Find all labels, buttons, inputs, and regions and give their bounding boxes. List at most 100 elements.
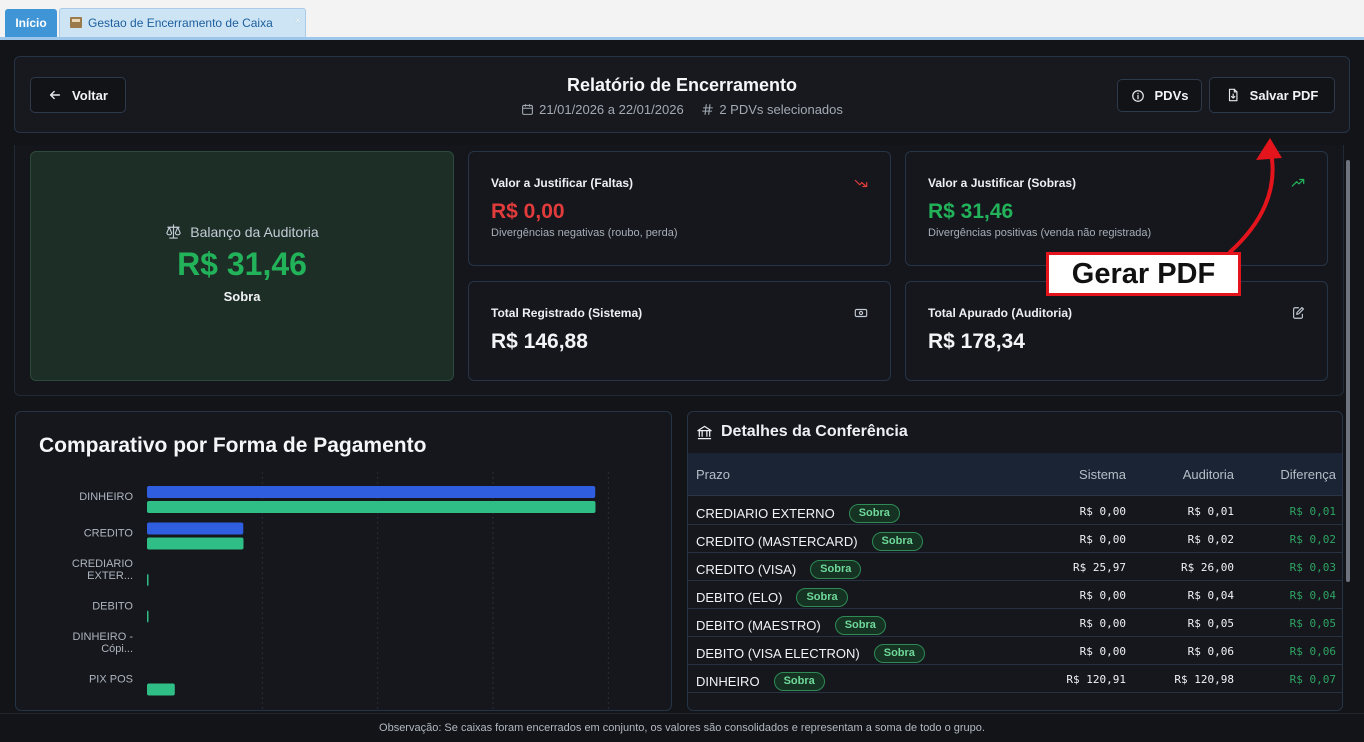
audit-balance-status: Sobra <box>223 289 261 304</box>
status-badge: Sobra <box>834 616 886 635</box>
status-badge: Sobra <box>773 672 825 691</box>
column-header-prazo[interactable]: Prazo <box>696 467 730 482</box>
audit-balance-card: Balanço da Auditoria R$ 31,46 Sobra <box>30 151 454 381</box>
scale-icon <box>166 224 181 239</box>
stat-card-faltas: Valor a Justificar (Faltas) R$ 0,00 Dive… <box>468 151 891 266</box>
cell-auditoria: R$ 120,98 <box>1174 673 1234 686</box>
hash-icon <box>702 104 714 115</box>
column-header-auditoria[interactable]: Auditoria <box>1183 467 1234 482</box>
tab-bar: Início Gestao de Encerramento de Caixa × <box>0 0 1364 40</box>
table-title-text: Detalhes da Conferência <box>721 423 908 440</box>
column-header-diferenca[interactable]: Diferença <box>1280 467 1336 482</box>
stat-value: R$ 146,88 <box>491 330 588 353</box>
table-row: CREDITO (MASTERCARD) Sobra R$ 0,00 R$ 0,02 R… <box>688 525 1342 553</box>
row-name: DINHEIRO Sobra <box>696 672 825 691</box>
pdvs-button-label: PDVs <box>1154 88 1189 103</box>
stat-value: R$ 0,00 <box>491 200 565 223</box>
save-pdf-button[interactable]: Salvar PDF <box>1209 77 1335 113</box>
status-badge: Sobra <box>873 644 925 663</box>
stat-title: Total Apurado (Auditoria) <box>928 306 1072 320</box>
payment-comparison-chart: Comparativo por Forma de Pagamento DINHE… <box>15 411 672 711</box>
table-row: CREDIARIO EXTERNO Sobra R$ 0,00 R$ 0,01 R$ 0… <box>688 497 1342 525</box>
cell-sistema: R$ 0,00 <box>1079 589 1126 602</box>
row-name-text: CREDIARIO EXTERNO <box>696 506 835 521</box>
chart-category-label: DEBITO <box>92 601 133 613</box>
table-row: DEBITO (MAESTRO) Sobra R$ 0,00 R$ 0,05 R$ 0,… <box>688 609 1342 637</box>
date-range: 21/01/2026 a 22/01/2026 <box>521 102 684 117</box>
table-row: DEBITO (VISA ELECTRON) Sobra R$ 0,00 R$ 0,0… <box>688 637 1342 665</box>
cell-diferenca: R$ 0,04 <box>1289 589 1336 602</box>
row-name-text: CREDITO (VISA) <box>696 562 797 577</box>
row-name: CREDITO (VISA) Sobra <box>696 560 862 579</box>
cell-auditoria: R$ 26,00 <box>1181 561 1234 574</box>
report-header: Voltar Relatório de Encerramento 21/01/2… <box>14 56 1350 133</box>
row-name-text: CREDITO (MASTERCARD) <box>696 534 858 549</box>
chart-category-label: DINHEIRO <box>79 491 133 503</box>
chart-bar[interactable] <box>147 522 244 535</box>
chart-bar[interactable] <box>147 574 149 586</box>
table-title: Detalhes da Conferência <box>696 423 908 441</box>
audit-balance-title: Balanço da Auditoria <box>190 223 319 240</box>
stat-card-registrado: Total Registrado (Sistema) R$ 146,88 <box>468 281 891 381</box>
chart-category-label: DINHEIRO -Cópi... <box>73 631 134 655</box>
banknote-icon <box>854 308 868 318</box>
cell-diferenca: R$ 0,05 <box>1289 617 1336 630</box>
stat-title: Total Registrado (Sistema) <box>491 306 643 320</box>
status-badge: Sobra <box>848 504 900 523</box>
column-header-sistema[interactable]: Sistema <box>1079 467 1126 482</box>
pdvs-button[interactable]: PDVs <box>1117 79 1202 112</box>
tab-home[interactable]: Início <box>5 9 57 37</box>
row-name-text: DEBITO (MAESTRO) <box>696 618 821 633</box>
stat-value: R$ 178,34 <box>928 330 1025 353</box>
chart-bar[interactable] <box>147 610 149 623</box>
row-name: DEBITO (VISA ELECTRON) Sobra <box>696 644 925 663</box>
file-download-icon <box>1228 88 1238 102</box>
cell-auditoria: R$ 0,04 <box>1187 589 1234 602</box>
chart-category-label: CREDIARIO EXTER... <box>72 558 134 582</box>
cash-register-icon <box>70 17 82 28</box>
cell-sistema: R$ 0,00 <box>1079 505 1126 518</box>
row-name-text: DEBITO (VISA ELECTRON) <box>696 646 860 661</box>
table-row: DEBITO (ELO) Sobra R$ 0,00 R$ 0,04 R$ 0,04 <box>688 581 1342 609</box>
cell-diferenca: R$ 0,02 <box>1289 533 1336 546</box>
chart-bar[interactable] <box>147 537 244 550</box>
annotation-arrow <box>1228 138 1282 254</box>
bank-icon <box>697 425 712 439</box>
edit-icon <box>1293 307 1304 319</box>
cell-diferenca: R$ 0,03 <box>1289 561 1336 574</box>
stat-card-apurado: Total Apurado (Auditoria) R$ 178,34 <box>905 281 1328 381</box>
trending-down-icon <box>854 179 868 188</box>
table-header: Prazo Sistema Auditoria Diferença <box>688 453 1342 496</box>
conference-details-panel: Detalhes da Conferência Prazo Sistema Au… <box>687 411 1343 711</box>
tab-close-button[interactable]: × <box>295 7 301 35</box>
row-name: DEBITO (MAESTRO) Sobra <box>696 616 886 635</box>
table-row: CREDITO (VISA) Sobra R$ 25,97 R$ 26,00 R$ 0,… <box>688 553 1342 581</box>
chart-category-label: PIX POS <box>89 674 133 686</box>
cell-diferenca: R$ 0,07 <box>1289 673 1336 686</box>
tab-active-label: Gestao de Encerramento de Caixa <box>88 16 273 30</box>
status-badge: Sobra <box>871 532 923 551</box>
pdvs-count-text: 2 PDVs selecionados <box>719 102 843 117</box>
stat-title: Valor a Justificar (Faltas) <box>491 176 634 190</box>
chart-bar[interactable] <box>147 486 596 498</box>
save-pdf-button-label: Salvar PDF <box>1249 87 1319 103</box>
stat-description: Divergências negativas (roubo, perda) <box>491 227 678 239</box>
cell-sistema: R$ 0,00 <box>1079 617 1126 630</box>
chart-bar[interactable] <box>147 501 596 513</box>
row-name-text: DINHEIRO <box>696 674 760 689</box>
table-row: DINHEIRO Sobra R$ 120,91 R$ 120,98 R$ 0,07 <box>688 665 1342 693</box>
info-icon <box>1131 89 1144 102</box>
cell-auditoria: R$ 0,01 <box>1187 505 1234 518</box>
cell-auditoria: R$ 0,05 <box>1187 617 1234 630</box>
date-range-text: 21/01/2026 a 22/01/2026 <box>539 102 684 117</box>
pdvs-count: 2 PDVs selecionados <box>701 102 843 117</box>
cell-sistema: R$ 0,00 <box>1079 645 1126 658</box>
row-name: CREDIARIO EXTERNO Sobra <box>696 504 900 523</box>
page-scrollbar[interactable] <box>1346 160 1350 582</box>
cell-diferenca: R$ 0,06 <box>1289 645 1336 658</box>
row-name: DEBITO (ELO) Sobra <box>696 588 848 607</box>
chart-bar[interactable] <box>147 683 175 696</box>
chart-canvas: DINHEIRO CREDITO CREDIARIO EXTER... DEBITO DI… <box>72 472 609 710</box>
tab-active[interactable]: Gestao de Encerramento de Caixa × <box>59 8 306 37</box>
chart-category-label: CREDITO <box>84 528 134 540</box>
